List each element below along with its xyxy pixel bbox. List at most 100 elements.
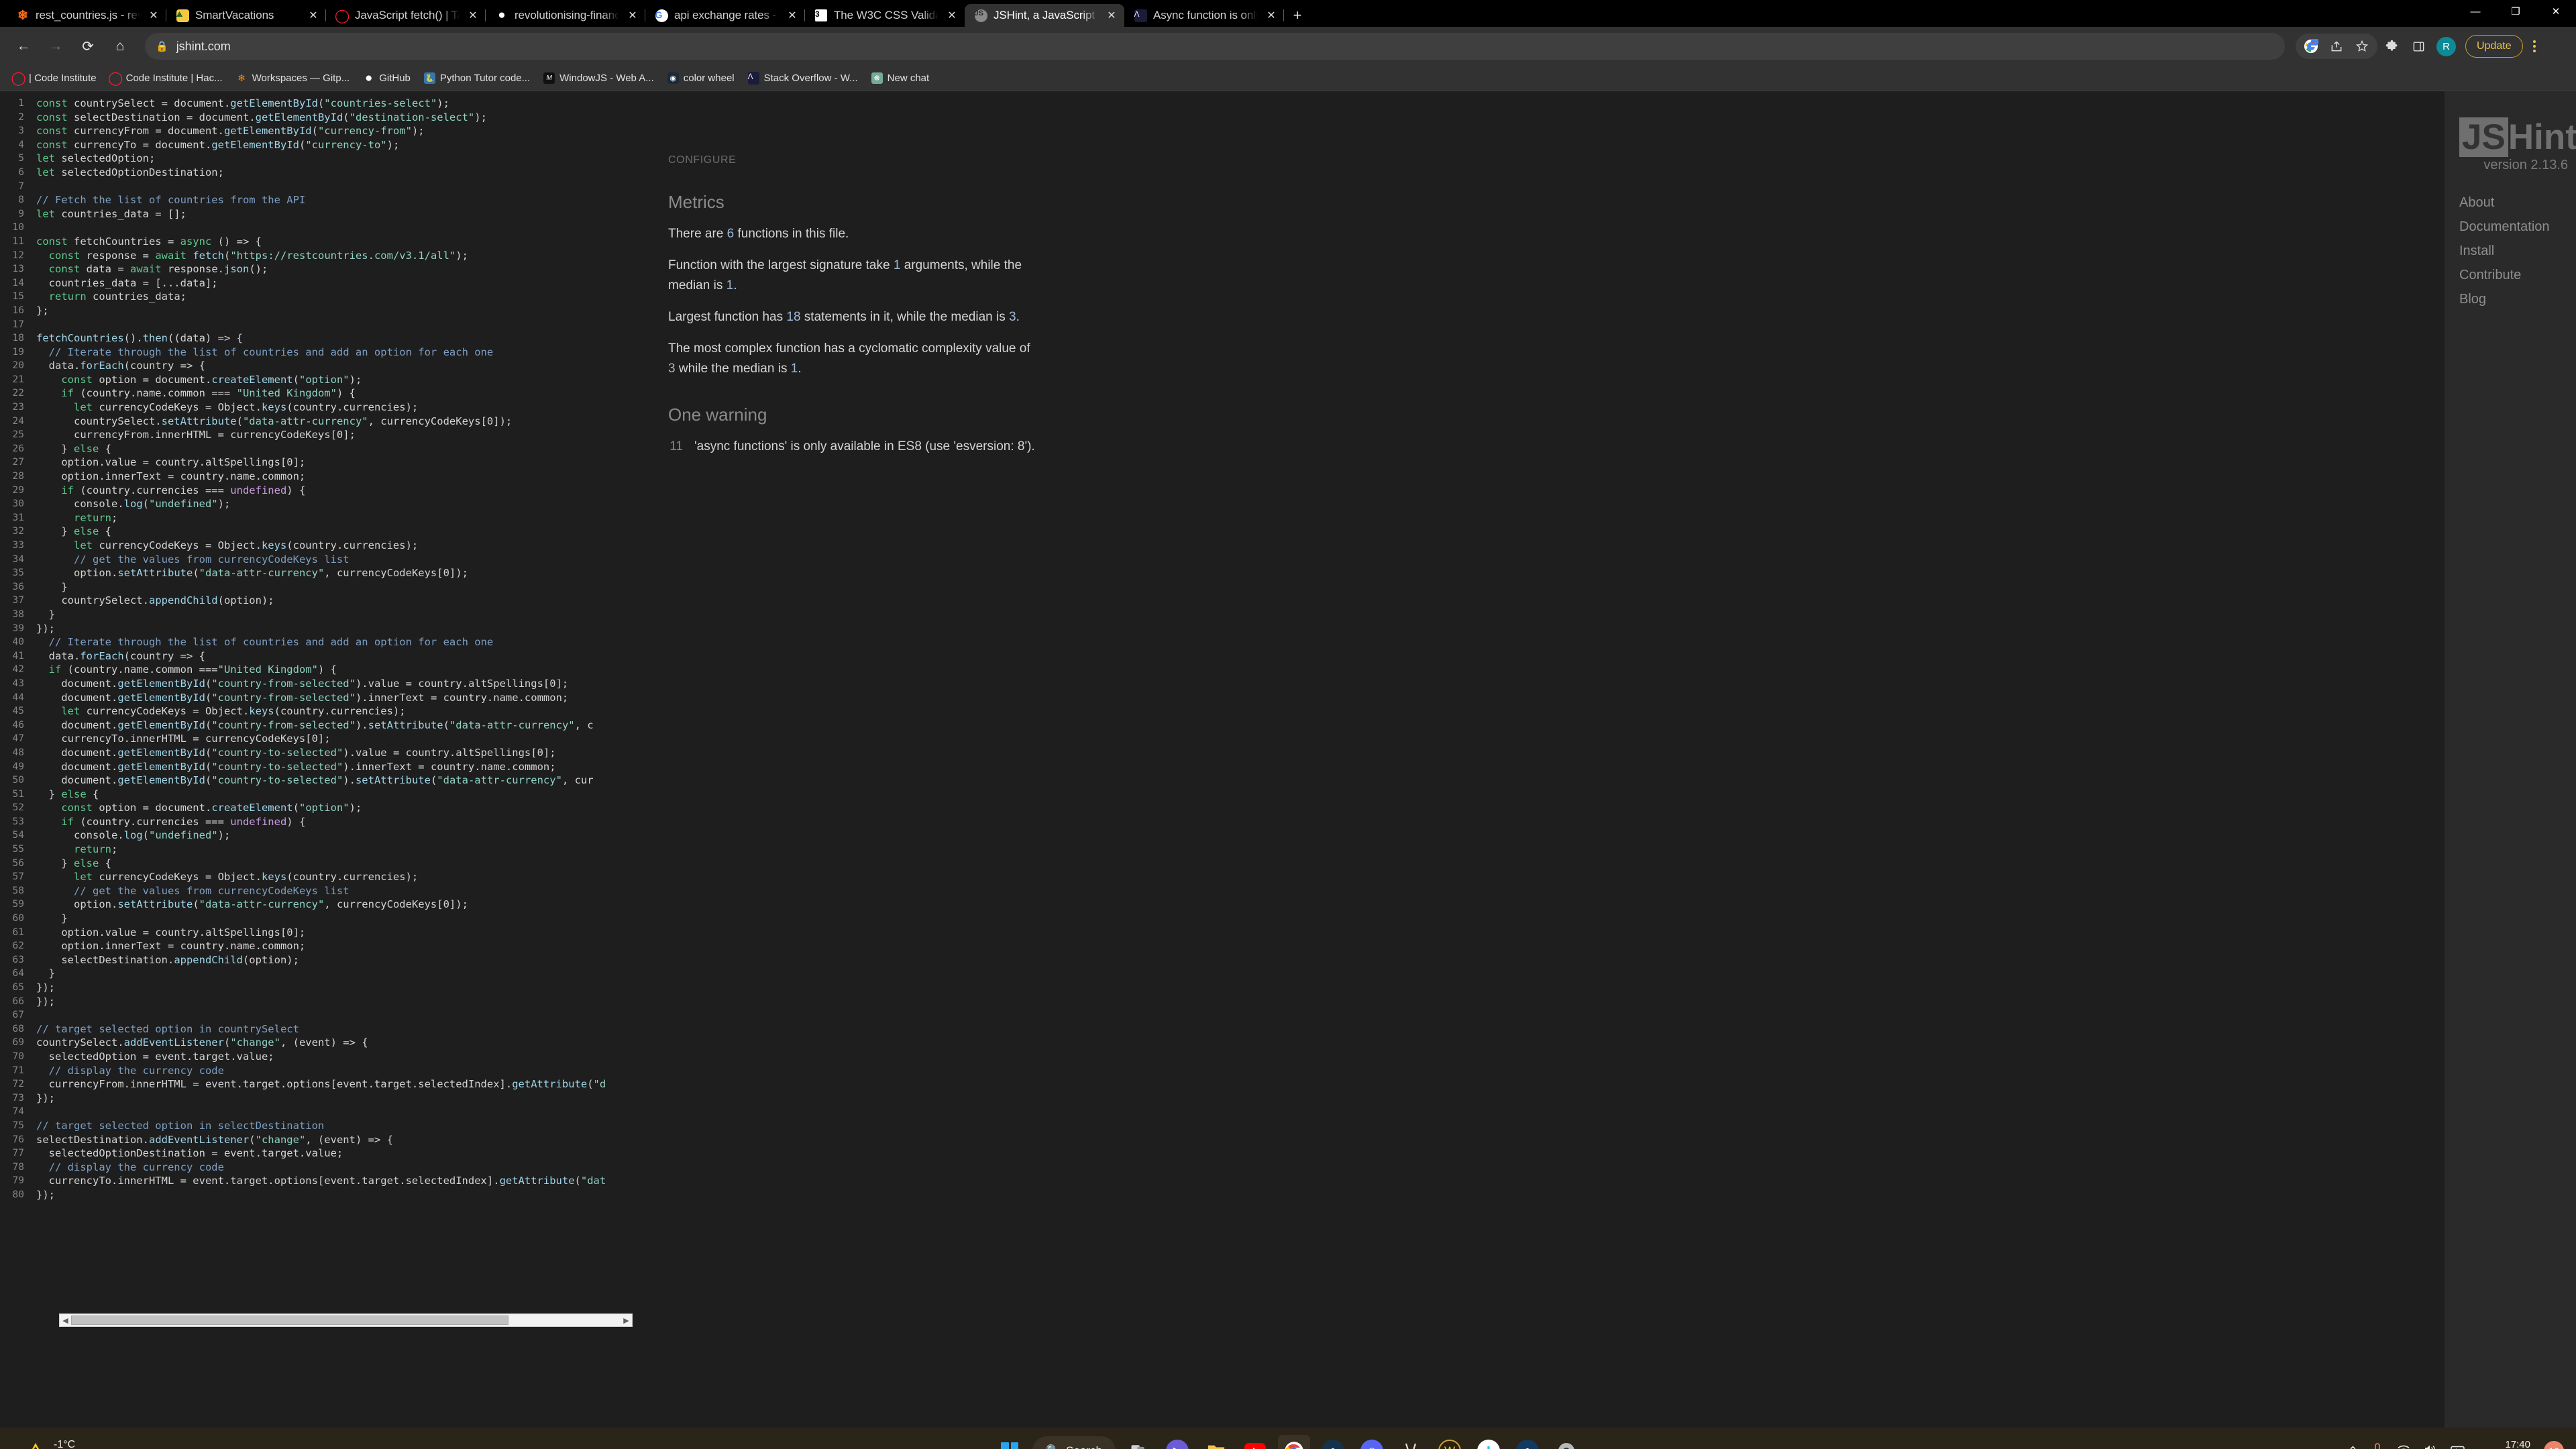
steam-icon[interactable]: ● xyxy=(1317,1435,1349,1449)
code-line[interactable]: 69 countrySelect.addEventListener("change… xyxy=(0,1036,624,1050)
code-line[interactable]: 24 countrySelect.setAttribute("data-attr… xyxy=(0,415,624,429)
file-explorer-icon[interactable] xyxy=(1200,1435,1232,1449)
code-line[interactable]: 35 option.setAttribute("data-attr-curren… xyxy=(0,566,624,580)
code-line[interactable]: 39}); xyxy=(0,622,624,636)
code-line[interactable]: 50 document.getElementById("country-to-s… xyxy=(0,773,624,788)
code-line[interactable]: 43 document.getElementById("country-from… xyxy=(0,677,624,691)
code-line[interactable]: 38 } xyxy=(0,608,624,622)
code-line[interactable]: 61 option.value = country.altSpellings[0… xyxy=(0,926,624,940)
code-line[interactable]: 78 // display the currency code xyxy=(0,1161,624,1175)
code-line[interactable]: 57 let currencyCodeKeys = Object.keys(co… xyxy=(0,870,624,884)
sidebar-link-documentation[interactable]: Documentation xyxy=(2459,215,2576,239)
code-line[interactable]: 18 fetchCountries().then((data) => { xyxy=(0,331,624,345)
sidebar-link-contribute[interactable]: Contribute xyxy=(2459,263,2576,287)
address-bar[interactable]: 🔒 jshint.com xyxy=(145,33,2285,60)
code-line[interactable]: 80}); xyxy=(0,1188,624,1202)
magic-arena-icon[interactable] xyxy=(1395,1435,1427,1449)
windows-start-icon[interactable] xyxy=(994,1435,1026,1449)
code-line[interactable]: 71 // display the currency code xyxy=(0,1064,624,1078)
code-line[interactable]: 65}); xyxy=(0,981,624,995)
tab-close-icon[interactable]: ✕ xyxy=(466,8,480,23)
code-line[interactable]: 59 option.setAttribute("data-attr-curren… xyxy=(0,898,624,912)
settings-icon[interactable] xyxy=(1550,1435,1582,1449)
code-line[interactable]: 9 let countries_data = []; xyxy=(0,207,624,221)
code-line[interactable]: 70 selectedOption = event.target.value; xyxy=(0,1050,624,1064)
code-line[interactable]: 56 } else { xyxy=(0,857,624,871)
bookmark-item[interactable]: ❄ Workspaces — Gitp... xyxy=(230,70,356,87)
bookmark-item[interactable]: M WindowJS - Web A... xyxy=(537,70,660,87)
code-line[interactable]: 4 const currencyTo = document.getElementB… xyxy=(0,138,624,152)
tab-close-icon[interactable]: ✕ xyxy=(146,8,161,23)
taskbar-search[interactable]: 🔍 Search xyxy=(1032,1436,1116,1449)
code-line[interactable]: 33 let currencyCodeKeys = Object.keys(co… xyxy=(0,539,624,553)
home-button[interactable]: ⌂ xyxy=(106,32,134,60)
code-line[interactable]: 60 } xyxy=(0,912,624,926)
code-line[interactable]: 72 currencyFrom.innerHTML = event.target… xyxy=(0,1077,624,1091)
code-line[interactable]: 55 return; xyxy=(0,843,624,857)
code-line[interactable]: 40 // Iterate through the list of countr… xyxy=(0,635,624,649)
sidebar-link-install[interactable]: Install xyxy=(2459,239,2576,263)
code-line[interactable]: 29 if (country.currencies === undefined)… xyxy=(0,484,624,498)
code-line[interactable]: 8 // Fetch the list of countries from the… xyxy=(0,193,624,207)
slack-icon[interactable] xyxy=(1472,1435,1505,1449)
editor-horizontal-scrollbar[interactable]: ◀ ▶ xyxy=(59,1313,633,1327)
code-line[interactable]: 15 return countries_data; xyxy=(0,290,624,304)
code-line[interactable]: 36 } xyxy=(0,580,624,594)
share-icon[interactable] xyxy=(2324,34,2349,59)
code-line[interactable]: 21 const option = document.createElement… xyxy=(0,373,624,387)
bookmark-item[interactable]: ◯ | Code Institute xyxy=(7,70,103,87)
sidebar-link-about[interactable]: About xyxy=(2459,191,2576,215)
new-tab-button[interactable]: + xyxy=(1284,4,1311,27)
code-line[interactable]: 1 const countrySelect = document.getEleme… xyxy=(0,97,624,111)
kebab-menu-icon[interactable] xyxy=(2524,34,2544,59)
code-line[interactable]: 44 document.getElementById("country-from… xyxy=(0,691,624,705)
code-line[interactable]: 49 document.getElementById("country-to-s… xyxy=(0,760,624,774)
task-view-icon[interactable] xyxy=(1122,1435,1155,1449)
code-line[interactable]: 79 currencyTo.innerHTML = event.target.o… xyxy=(0,1174,624,1188)
tab-close-icon[interactable]: ✕ xyxy=(1264,8,1279,23)
code-line[interactable]: 26 } else { xyxy=(0,442,624,456)
bookmark-item[interactable]: 🐍 Python Tutor code... xyxy=(418,70,536,87)
code-line[interactable]: 31 return; xyxy=(0,511,624,525)
microphone-icon[interactable] xyxy=(2371,1442,2383,1449)
code-line[interactable]: 53 if (country.currencies === undefined)… xyxy=(0,815,624,829)
update-button[interactable]: Update xyxy=(2465,35,2523,58)
code-line[interactable]: 10 xyxy=(0,221,624,235)
tab-close-icon[interactable]: ✕ xyxy=(1104,8,1119,23)
browser-tab[interactable]: ◯ JavaScript fetch() | Talking to an A ✕ xyxy=(326,4,486,27)
code-line[interactable]: 42 if (country.name.common ==="United Ki… xyxy=(0,663,624,677)
maximize-button[interactable]: ❐ xyxy=(2496,0,2536,23)
close-window-button[interactable]: ✕ xyxy=(2536,0,2576,23)
steam-alt-icon[interactable]: ● xyxy=(1511,1435,1544,1449)
bookmark-item[interactable]: ◯ Code Institute | Hac... xyxy=(104,70,229,87)
code-line[interactable]: 14 countries_data = [...data]; xyxy=(0,276,624,290)
back-button[interactable]: ← xyxy=(9,32,38,60)
browser-tab[interactable]: ● revolutionising-finance-hackatho ✕ xyxy=(486,4,645,27)
sidebar-link-blog[interactable]: Blog xyxy=(2459,287,2576,311)
code-line[interactable]: 62 option.innerText = country.name.commo… xyxy=(0,939,624,953)
zoom-icon[interactable]: ▶ xyxy=(1161,1435,1193,1449)
code-line[interactable]: 23 let currencyCodeKeys = Object.keys(co… xyxy=(0,400,624,415)
code-line[interactable]: 37 countrySelect.appendChild(option); xyxy=(0,594,624,608)
battery-charging-icon[interactable] xyxy=(2451,1444,2467,1449)
browser-tab[interactable]: Λ Async function is only available in ✕ xyxy=(1124,4,1284,27)
weather-widget[interactable]: -1°C Fog xyxy=(0,1438,75,1449)
scroll-left-arrow[interactable]: ◀ xyxy=(60,1316,71,1325)
code-line[interactable]: 75 // target selected option in selectDes… xyxy=(0,1119,624,1133)
chrome-icon[interactable] xyxy=(1278,1435,1311,1449)
code-line[interactable]: 30 console.log("undefined"); xyxy=(0,497,624,511)
tab-close-icon[interactable]: ✕ xyxy=(945,8,959,23)
code-line[interactable]: 45 let currencyCodeKeys = Object.keys(co… xyxy=(0,704,624,718)
google-lens-icon[interactable] xyxy=(2298,34,2324,59)
browser-tab[interactable]: ⛰ SmartVacations ✕ xyxy=(166,4,326,27)
code-line[interactable]: 64 } xyxy=(0,967,624,981)
code-line[interactable]: 66}); xyxy=(0,995,624,1009)
code-line[interactable]: 12 const response = await fetch("https:/… xyxy=(0,249,624,263)
bookmark-star-icon[interactable] xyxy=(2349,34,2375,59)
code-line[interactable]: 68 // target selected option in countrySe… xyxy=(0,1022,624,1036)
browser-tab[interactable]: ❄ rest_countries.js - revolutionising ✕ xyxy=(7,4,166,27)
code-line[interactable]: 41 data.forEach(country => { xyxy=(0,649,624,663)
youtube-icon[interactable] xyxy=(1239,1435,1271,1449)
code-lines[interactable]: 1 const countrySelect = document.getEleme… xyxy=(0,97,624,1202)
code-line[interactable]: 34 // get the values from currencyCodeKe… xyxy=(0,553,624,567)
